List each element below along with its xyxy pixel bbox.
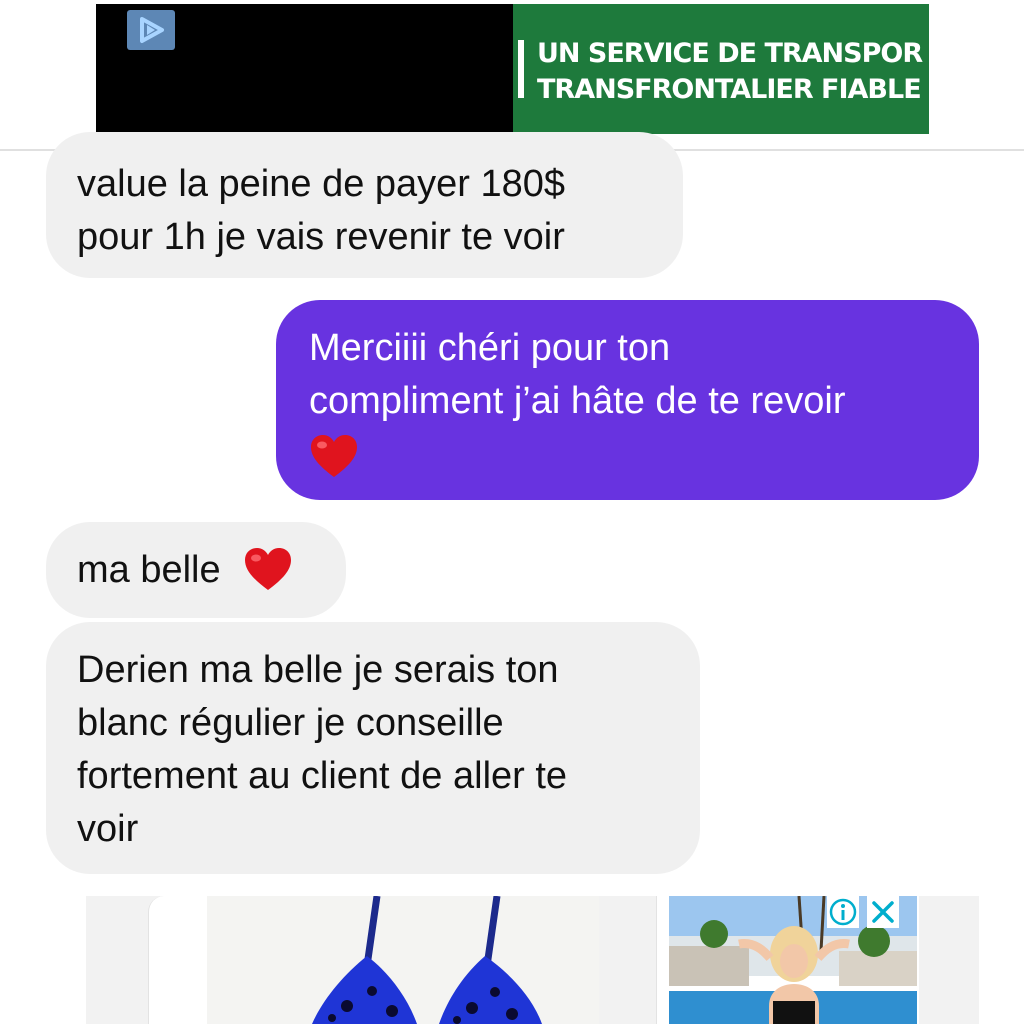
bikini-product-image[interactable]	[207, 896, 599, 1024]
banner-ad-text-area[interactable]: UN SERVICE DE TRANSPOR TRANSFRONTALIER F…	[513, 4, 929, 134]
adchoices-info-icon[interactable]	[827, 896, 859, 928]
message-line: pour 1h je vais revenir te voir	[77, 216, 565, 258]
heart-icon	[311, 434, 357, 477]
message-line: voir	[77, 808, 139, 850]
chat-screen: UN SERVICE DE TRANSPOR TRANSFRONTALIER F…	[0, 0, 1024, 1024]
message-line: fortement au client de aller te	[77, 755, 568, 797]
message-line: ma belle	[77, 549, 221, 591]
top-banner-ad[interactable]: UN SERVICE DE TRANSPOR TRANSFRONTALIER F…	[96, 4, 929, 134]
banner-ad-line-1: UN SERVICE DE TRANSPOR	[537, 38, 923, 69]
product-ad-card[interactable]	[148, 896, 599, 1024]
message-line: blanc régulier je conseille	[77, 702, 504, 744]
banner-divider	[518, 40, 524, 98]
close-icon[interactable]	[867, 896, 899, 928]
bottom-ad-strip	[86, 896, 979, 1024]
message-bubble-incoming[interactable]: Derien ma belle je serais ton blanc régu…	[46, 622, 700, 874]
banner-ad-video-area[interactable]	[96, 4, 513, 134]
message-bubble-incoming[interactable]: ma belle	[46, 522, 346, 618]
message-line: Merciiii chéri pour ton	[309, 327, 671, 369]
play-logo-icon	[127, 10, 175, 50]
video-ad-card[interactable]	[656, 896, 919, 1024]
message-bubble-incoming[interactable]: value la peine de payer 180$ pour 1h je …	[46, 132, 683, 278]
heart-icon	[245, 547, 292, 590]
banner-ad-line-2: TRANSFRONTALIER FIABLE	[537, 74, 922, 105]
message-line: value la peine de payer 180$	[77, 163, 566, 205]
message-line: Derien ma belle je serais ton	[77, 649, 559, 691]
message-bubble-outgoing[interactable]: Merciiii chéri pour ton compliment j’ai …	[276, 300, 979, 500]
message-line: compliment j’ai hâte de te revoir	[309, 380, 846, 422]
banner-ad-text: UN SERVICE DE TRANSPOR TRANSFRONTALIER F…	[537, 36, 923, 108]
